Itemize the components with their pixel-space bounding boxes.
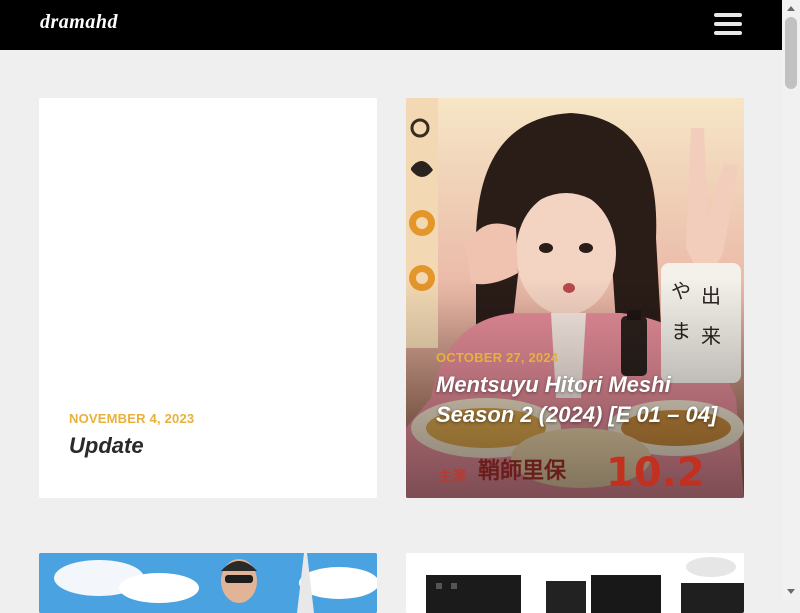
hamburger-menu-icon[interactable] <box>714 13 742 37</box>
post-thumbnail-image <box>39 553 377 613</box>
post-thumbnail-image <box>406 553 744 613</box>
post-title[interactable]: Mentsuyu Hitori Meshi Season 2 (2024) [E… <box>436 370 726 430</box>
post-date: NOVEMBER 4, 2023 <box>69 411 195 426</box>
menu-bar <box>714 13 742 17</box>
post-thumbnail-image: や 出 ま 来 主演 鞘師里保 10.2 <box>406 98 744 498</box>
poster-role-text: 主演 <box>438 468 466 485</box>
post-card-mentsuyu[interactable]: や 出 ま 来 主演 鞘師里保 10.2 OCTOBER 27, 2024 Me… <box>406 98 744 498</box>
menu-bar <box>714 22 742 26</box>
post-card-update[interactable]: NOVEMBER 4, 2023 Update <box>39 98 377 498</box>
page-scrollbar[interactable] <box>782 0 800 600</box>
post-card-partial[interactable] <box>39 553 377 613</box>
scroll-down-arrow-icon[interactable] <box>786 586 796 596</box>
site-logo[interactable]: dramahd <box>40 11 118 34</box>
site-header: dramahd <box>0 0 782 50</box>
poster-name-text: 鞘師里保 <box>478 458 567 484</box>
menu-bar <box>714 31 742 35</box>
post-date: OCTOBER 27, 2024 <box>436 350 559 365</box>
scroll-up-arrow-icon[interactable] <box>786 4 796 14</box>
post-title[interactable]: Update <box>69 431 144 461</box>
post-card-partial[interactable] <box>406 553 744 613</box>
scrollbar-thumb[interactable] <box>785 17 797 89</box>
poster-date-number: 10.2 <box>606 450 705 496</box>
